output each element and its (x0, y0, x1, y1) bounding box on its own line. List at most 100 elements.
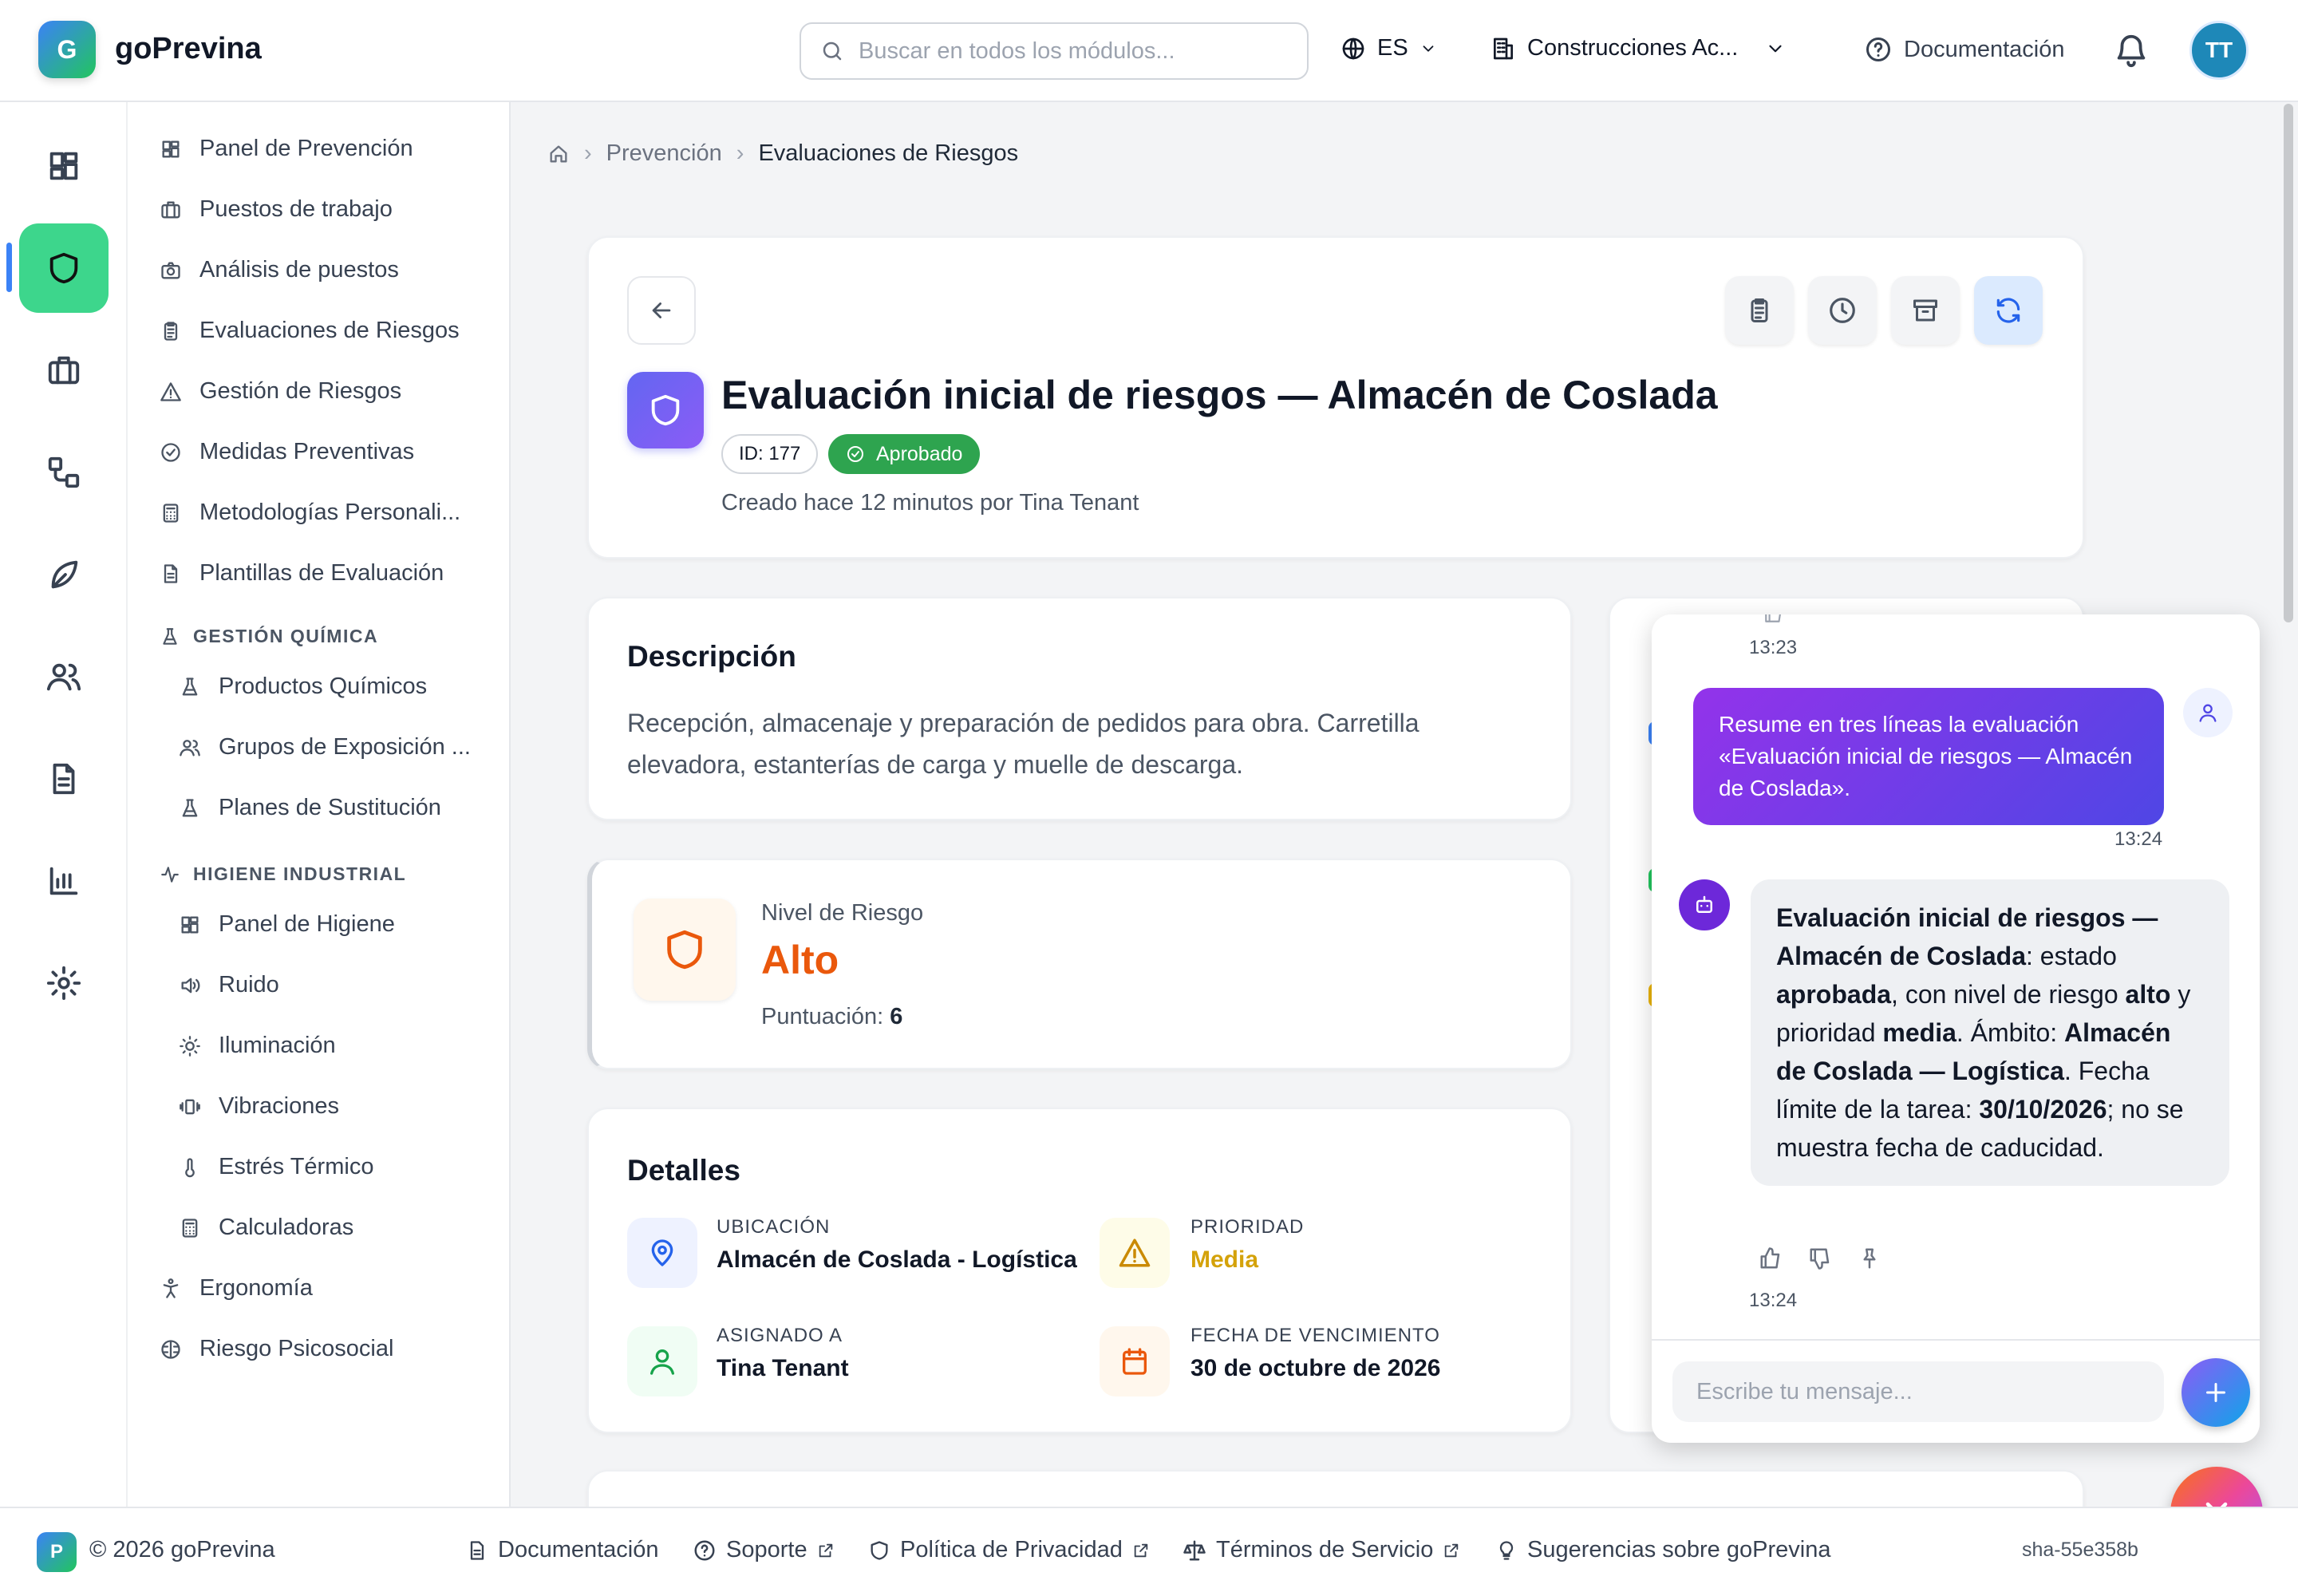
chat-add-button[interactable] (2182, 1358, 2250, 1427)
thumbs-up-icon[interactable] (1763, 614, 1784, 624)
assigned-value: Tina Tenant (717, 1355, 849, 1381)
back-button[interactable] (627, 276, 696, 345)
risk-score-value: 6 (890, 1004, 903, 1029)
vibration-icon (179, 1096, 201, 1118)
calendar-icon (1100, 1326, 1170, 1396)
sidebar-item-main-1[interactable]: Puestos de trabajo (160, 196, 393, 223)
external-link-icon (817, 1542, 835, 1559)
due-date-field: FECHA DE VENCIMIENTO 30 de octubre de 20… (1190, 1325, 1440, 1382)
sidebar-item-main-6[interactable]: Metodologías Personali... (160, 500, 460, 526)
footer-link-terminos[interactable]: Términos de Servicio (1183, 1537, 1460, 1563)
footer-link-soporte[interactable]: Soporte (693, 1537, 835, 1563)
documentation-label: Documentación (1904, 36, 2065, 62)
sidebar-item-higiene-2[interactable]: Iluminación (179, 1033, 336, 1059)
sidebar-item-label: Ruido (219, 972, 279, 998)
sidebar-item-bottom-1[interactable]: Riesgo Psicosocial (160, 1336, 393, 1362)
footer: P © 2026 goPrevina Documentación Soporte… (0, 1507, 2298, 1596)
users-icon (45, 658, 82, 695)
sidebar-item-higiene-4[interactable]: Estrés Térmico (179, 1154, 373, 1180)
arrow-left-icon (648, 297, 675, 324)
sidebar-item-label: Productos Químicos (219, 674, 428, 699)
risk-score: Puntuación: 6 (761, 1004, 902, 1030)
user-message-time: 13:24 (2114, 828, 2163, 850)
search-input[interactable] (859, 38, 1273, 65)
sidebar-item-quimica-2[interactable]: Planes de Sustitución (179, 795, 441, 821)
documentation-link[interactable]: Documentación (1864, 35, 2065, 64)
message-time: 13:23 (1749, 637, 1798, 658)
sidebar-item-bottom-0[interactable]: Ergonomía (160, 1275, 313, 1302)
refresh-button[interactable] (1974, 276, 2043, 345)
archive-button[interactable] (1891, 276, 1960, 345)
sidebar-item-higiene-1[interactable]: Ruido (179, 972, 279, 998)
rail-users-icon[interactable] (19, 632, 109, 721)
clipboard-button[interactable] (1725, 276, 1794, 345)
risk-shield-icon (634, 899, 736, 1001)
chat-message-input[interactable] (1672, 1361, 2164, 1422)
footer-link-documentacion[interactable]: Documentación (466, 1537, 659, 1563)
user-avatar[interactable]: TT (2189, 21, 2249, 80)
gear-icon (45, 965, 82, 1001)
sidebar-item-label: Análisis de puestos (199, 257, 399, 282)
check-circle-icon (160, 441, 182, 464)
footer-link-privacidad[interactable]: Política de Privacidad (868, 1537, 1150, 1563)
rail-chart-icon[interactable] (19, 836, 109, 926)
status-label: Aprobado (876, 442, 963, 465)
bot-text: aprobada (1776, 980, 1892, 1009)
thumbs-down-icon[interactable] (1808, 1246, 1832, 1270)
home-icon[interactable] (547, 143, 570, 165)
rail-document-icon[interactable] (19, 734, 109, 824)
rail-briefcase-icon[interactable] (19, 326, 109, 415)
globe-icon (1340, 36, 1366, 61)
id-badge: ID: 177 (721, 434, 819, 474)
sidebar-item-main-4[interactable]: Gestión de Riesgos (160, 378, 401, 405)
breadcrumb-item-prevencion[interactable]: Prevención (606, 140, 722, 167)
sidebar-item-higiene-0[interactable]: Panel de Higiene (179, 911, 395, 938)
notifications-bell-icon[interactable] (2113, 32, 2150, 69)
sidebar-item-higiene-5[interactable]: Calculadoras (179, 1215, 353, 1241)
assigned-field: ASIGNADO A Tina Tenant (717, 1325, 849, 1382)
building-icon (1491, 36, 1516, 61)
document-icon (466, 1539, 488, 1562)
sidebar-item-main-2[interactable]: Análisis de puestos (160, 257, 399, 283)
plus-icon (2201, 1378, 2230, 1407)
rail-branch-icon[interactable] (19, 428, 109, 517)
language-label: ES (1377, 35, 1408, 61)
check-circle-icon (846, 444, 865, 464)
sidebar-item-quimica-0[interactable]: Productos Químicos (179, 674, 427, 700)
due-date-label: FECHA DE VENCIMIENTO (1190, 1325, 1440, 1346)
footer-link-sugerencias[interactable]: Sugerencias sobre goPrevina (1495, 1537, 1830, 1563)
sidebar-item-label: Puestos de trabajo (199, 196, 393, 222)
rail-dashboard-icon[interactable] (19, 121, 109, 211)
app-name[interactable]: goPrevina (115, 32, 262, 66)
sidebar-item-main-0[interactable]: Panel de Prevención (160, 136, 413, 162)
sidebar-item-label: Calculadoras (219, 1215, 354, 1240)
section-label: GESTIÓN QUÍMICA (193, 626, 379, 646)
global-search[interactable] (800, 22, 1309, 80)
person-icon (160, 1278, 182, 1300)
rail-shield-icon[interactable] (19, 223, 109, 313)
language-selector[interactable]: ES (1340, 35, 1437, 61)
chevron-down-icon (1419, 40, 1437, 57)
history-button[interactable] (1808, 276, 1877, 345)
sidebar-item-main-7[interactable]: Plantillas de Evaluación (160, 560, 444, 587)
thumbs-up-icon[interactable] (1759, 1246, 1783, 1270)
sidebar-item-label: Panel de Higiene (219, 911, 395, 937)
rail-gear-icon[interactable] (19, 938, 109, 1028)
footer-link-label: Sugerencias sobre goPrevina (1527, 1537, 1831, 1562)
clipboard-icon (1745, 296, 1774, 325)
rail-leaf-icon[interactable] (19, 530, 109, 619)
dashboard-icon (160, 138, 182, 160)
sidebar-item-higiene-3[interactable]: Vibraciones (179, 1093, 339, 1120)
calculator-icon (160, 502, 182, 524)
dashboard-icon (45, 148, 82, 184)
app-logo[interactable]: G (38, 21, 96, 78)
sidebar-item-label: Ergonomía (199, 1275, 313, 1301)
sidebar-item-label: Panel de Prevención (199, 136, 413, 161)
page-scrollbar[interactable] (2284, 104, 2293, 622)
organization-selector[interactable]: Construcciones Ac... (1491, 35, 1786, 61)
sidebar-item-quimica-1[interactable]: Grupos de Exposición ... (179, 734, 471, 760)
sidebar-item-main-5[interactable]: Medidas Preventivas (160, 439, 414, 465)
dashboard-icon (179, 914, 201, 936)
sidebar-item-main-3[interactable]: Evaluaciones de Riesgos (160, 318, 460, 344)
pin-icon[interactable] (1858, 1246, 1881, 1270)
